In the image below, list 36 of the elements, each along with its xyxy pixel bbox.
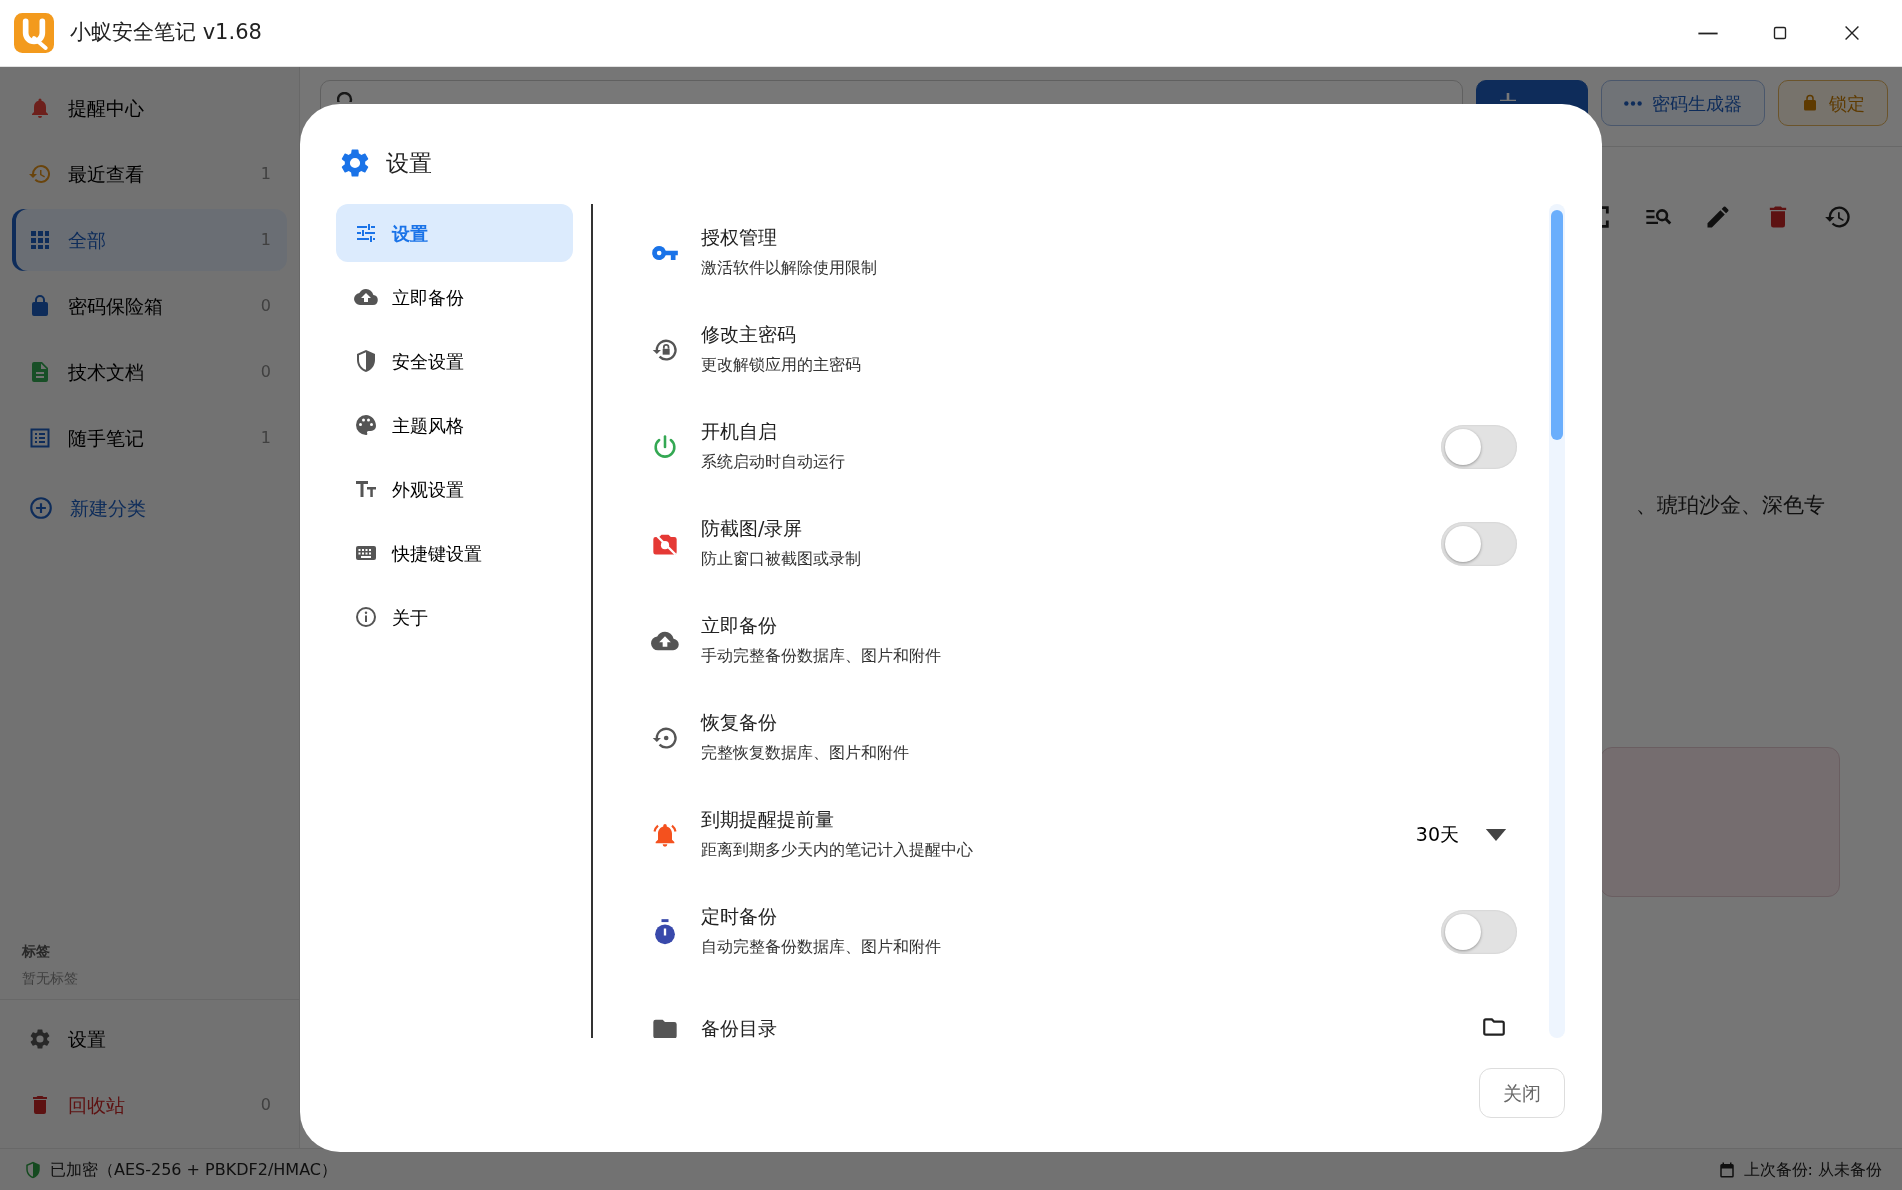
new-category-link[interactable]: 新建分类 [12,477,287,539]
days-dropdown[interactable]: 30天 [1415,820,1517,849]
setting-description: 系统启动时自动运行 [701,450,846,473]
encryption-status: 已加密（AES-256 + PBKDF2/HMAC） [50,1158,337,1181]
setting-title: 修改主密码 [701,322,797,347]
backup-status: 上次备份: 从未备份 [1743,1158,1882,1181]
setting-description: 自动完整备份数据库、图片和附件 [701,935,942,958]
settings-nav-item[interactable]: 关于 [336,588,573,646]
setting-description: 距离到期多少天内的笔记计入提醒中心 [701,838,974,861]
settings-nav-item[interactable]: 立即备份 [336,268,573,326]
tags-heading: 标签 [22,942,51,961]
settings-nav-item[interactable]: 安全设置 [336,332,573,390]
setting-title: 备份目录 [701,1016,778,1038]
dialog-title: 设置 [386,148,432,178]
settings-nav-item[interactable]: 外观设置 [336,460,573,518]
setting-title: 授权管理 [701,225,778,250]
setting-description: 完整恢复数据库、图片和附件 [701,741,910,764]
setting-description: 手动完整备份数据库、图片和附件 [701,644,942,667]
setting-description: 激活软件以解除使用限制 [701,256,878,279]
setting-description: 更改解锁应用的主密码 [701,353,862,376]
toolbar-button[interactable]: 密码生成器 [1601,80,1765,126]
setting-title: 立即备份 [701,613,778,638]
setting-title: 到期提醒提前量 [701,807,835,832]
sidebar-item[interactable]: 设置 [12,1008,287,1070]
close-button[interactable]: 关闭 [1479,1068,1565,1118]
setting-title: 开机自启 [701,419,778,444]
setting-title: 定时备份 [701,904,778,929]
window-title: 小蚁安全笔记 v1.68 [70,19,262,47]
setting-description: 防止窗口被截图或录制 [701,547,862,570]
settings-nav-item[interactable]: 设置 [336,204,573,262]
setting-title: 恢复备份 [701,710,778,735]
settings-nav-item[interactable]: 快捷键设置 [336,524,573,582]
sidebar-item[interactable]: 提醒中心 [12,77,287,139]
setting-title: 防截图/录屏 [701,516,804,541]
settings-nav-item[interactable]: 主题风格 [336,396,573,454]
note-text: 、琥珀沙金、深色专 [1636,493,1825,517]
